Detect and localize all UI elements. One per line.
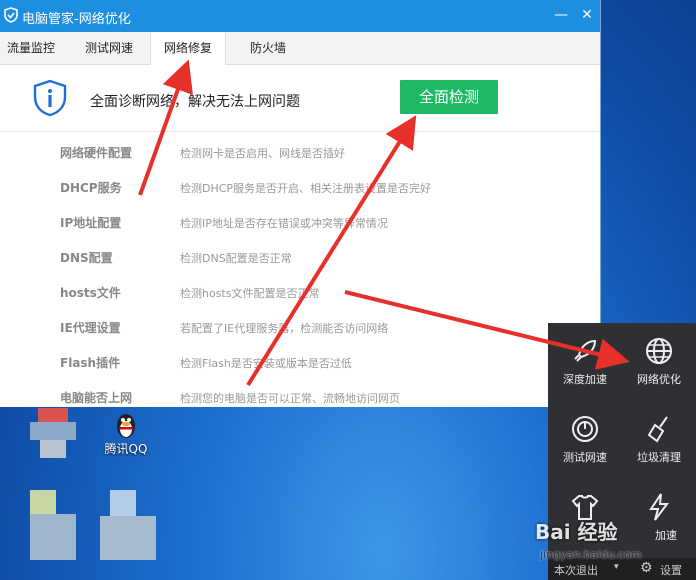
tool-deep-accelerate[interactable]: 深度加速 <box>548 323 622 398</box>
check-info: 检测hosts文件配置是否正常 <box>180 287 320 300</box>
check-info: 若配置了IE代理服务器，检测能否访问网络 <box>180 322 389 335</box>
tool-network-optimize[interactable]: 网络优化 <box>622 323 696 398</box>
check-info: 检测DHCP服务是否开启、相关注册表设置是否完好 <box>180 182 432 195</box>
pc-manager-window: 电脑管家-网络优化 — ✕ 流量监控 测试网速 网络修复 防火墙 全面诊断网络，… <box>0 0 601 407</box>
baidu-watermark: Bai 经验 <box>535 516 685 545</box>
rocket-icon <box>574 339 597 362</box>
tab-network-repair[interactable]: 网络修复 <box>150 32 226 65</box>
shield-info-icon <box>33 79 67 117</box>
check-name: 网络硬件配置 <box>60 146 133 160</box>
desktop-icon-label: 腾讯QQ <box>104 442 148 456</box>
check-name: DNS配置 <box>60 251 113 265</box>
check-row: IE代理设置 若配置了IE代理服务器，检测能否访问网络 <box>0 319 600 354</box>
tool-speed-test[interactable]: 测试网速 <box>548 401 622 476</box>
check-name: Flash插件 <box>60 356 121 370</box>
exit-session-link[interactable]: 本次退出 <box>554 562 598 578</box>
check-name: IE代理设置 <box>60 321 121 335</box>
check-row: 网络硬件配置 检测网卡是否启用、网线是否插好 <box>0 144 600 179</box>
check-name: 电脑能否上网 <box>60 391 133 405</box>
check-info: 检测IP地址是否存在错误或冲突等异常情况 <box>180 217 388 230</box>
check-info: 检测Flash是否安装或版本是否过低 <box>180 357 352 370</box>
speedometer-icon <box>572 416 598 442</box>
title-bar[interactable]: 电脑管家-网络优化 — ✕ <box>0 0 600 32</box>
check-info: 检测DNS配置是否正常 <box>180 252 292 265</box>
tool-label: 测试网速 <box>563 451 607 464</box>
baidu-watermark-url: jingyan.baidu.com <box>540 548 642 561</box>
tab-traffic-monitor[interactable]: 流量监控 <box>0 32 62 64</box>
blurred-desktop-icon[interactable] <box>100 490 156 560</box>
tool-label: 垃圾清理 <box>637 451 681 464</box>
check-row: Flash插件 检测Flash是否安装或版本是否过低 <box>0 354 600 389</box>
check-row: hosts文件 检测hosts文件配置是否正常 <box>0 284 600 319</box>
tool-junk-clean[interactable]: 垃圾清理 <box>622 401 696 476</box>
repair-header: 全面诊断网络，解决无法上网问题 全面检测 <box>0 65 600 132</box>
close-button[interactable]: ✕ <box>578 6 596 24</box>
globe-icon <box>646 338 672 364</box>
tab-bar: 流量监控 测试网速 网络修复 防火墙 <box>0 32 600 65</box>
window-title: 电脑管家-网络优化 <box>22 12 131 27</box>
tool-label: 深度加速 <box>563 373 607 386</box>
settings-link[interactable]: 设置 <box>660 562 682 578</box>
check-row: DNS配置 检测DNS配置是否正常 <box>0 249 600 284</box>
full-scan-button[interactable]: 全面检测 <box>400 80 498 114</box>
tab-firewall[interactable]: 防火墙 <box>238 32 298 64</box>
dropdown-arrow-icon[interactable]: ▾ <box>614 562 619 572</box>
tool-label: 网络优化 <box>637 373 681 386</box>
minimize-button[interactable]: — <box>552 6 570 24</box>
check-row: DHCP服务 检测DHCP服务是否开启、相关注册表设置是否完好 <box>0 179 600 214</box>
tab-speed-test[interactable]: 测试网速 <box>76 32 142 64</box>
check-name: DHCP服务 <box>60 181 122 195</box>
broom-icon <box>647 416 668 443</box>
blurred-desktop-icon[interactable] <box>30 490 76 560</box>
panel-footer: 本次退出 ▾ ⚙ 设置 <box>548 558 696 580</box>
check-row: IP地址配置 检测IP地址是否存在错误或冲突等异常情况 <box>0 214 600 249</box>
repair-description: 全面诊断网络，解决无法上网问题 <box>90 94 300 110</box>
check-row: 电脑能否上网 检测您的电脑是否可以正常、流畅地访问网页 <box>0 389 600 424</box>
check-name: hosts文件 <box>60 286 121 300</box>
gear-icon[interactable]: ⚙ <box>640 560 653 576</box>
check-info: 检测网卡是否启用、网线是否插好 <box>180 147 345 160</box>
check-info: 检测您的电脑是否可以正常、流畅地访问网页 <box>180 392 400 405</box>
pc-manager-logo-icon <box>4 7 18 23</box>
watermark-brand: Bai 经验 <box>535 520 618 544</box>
check-name: IP地址配置 <box>60 216 122 230</box>
